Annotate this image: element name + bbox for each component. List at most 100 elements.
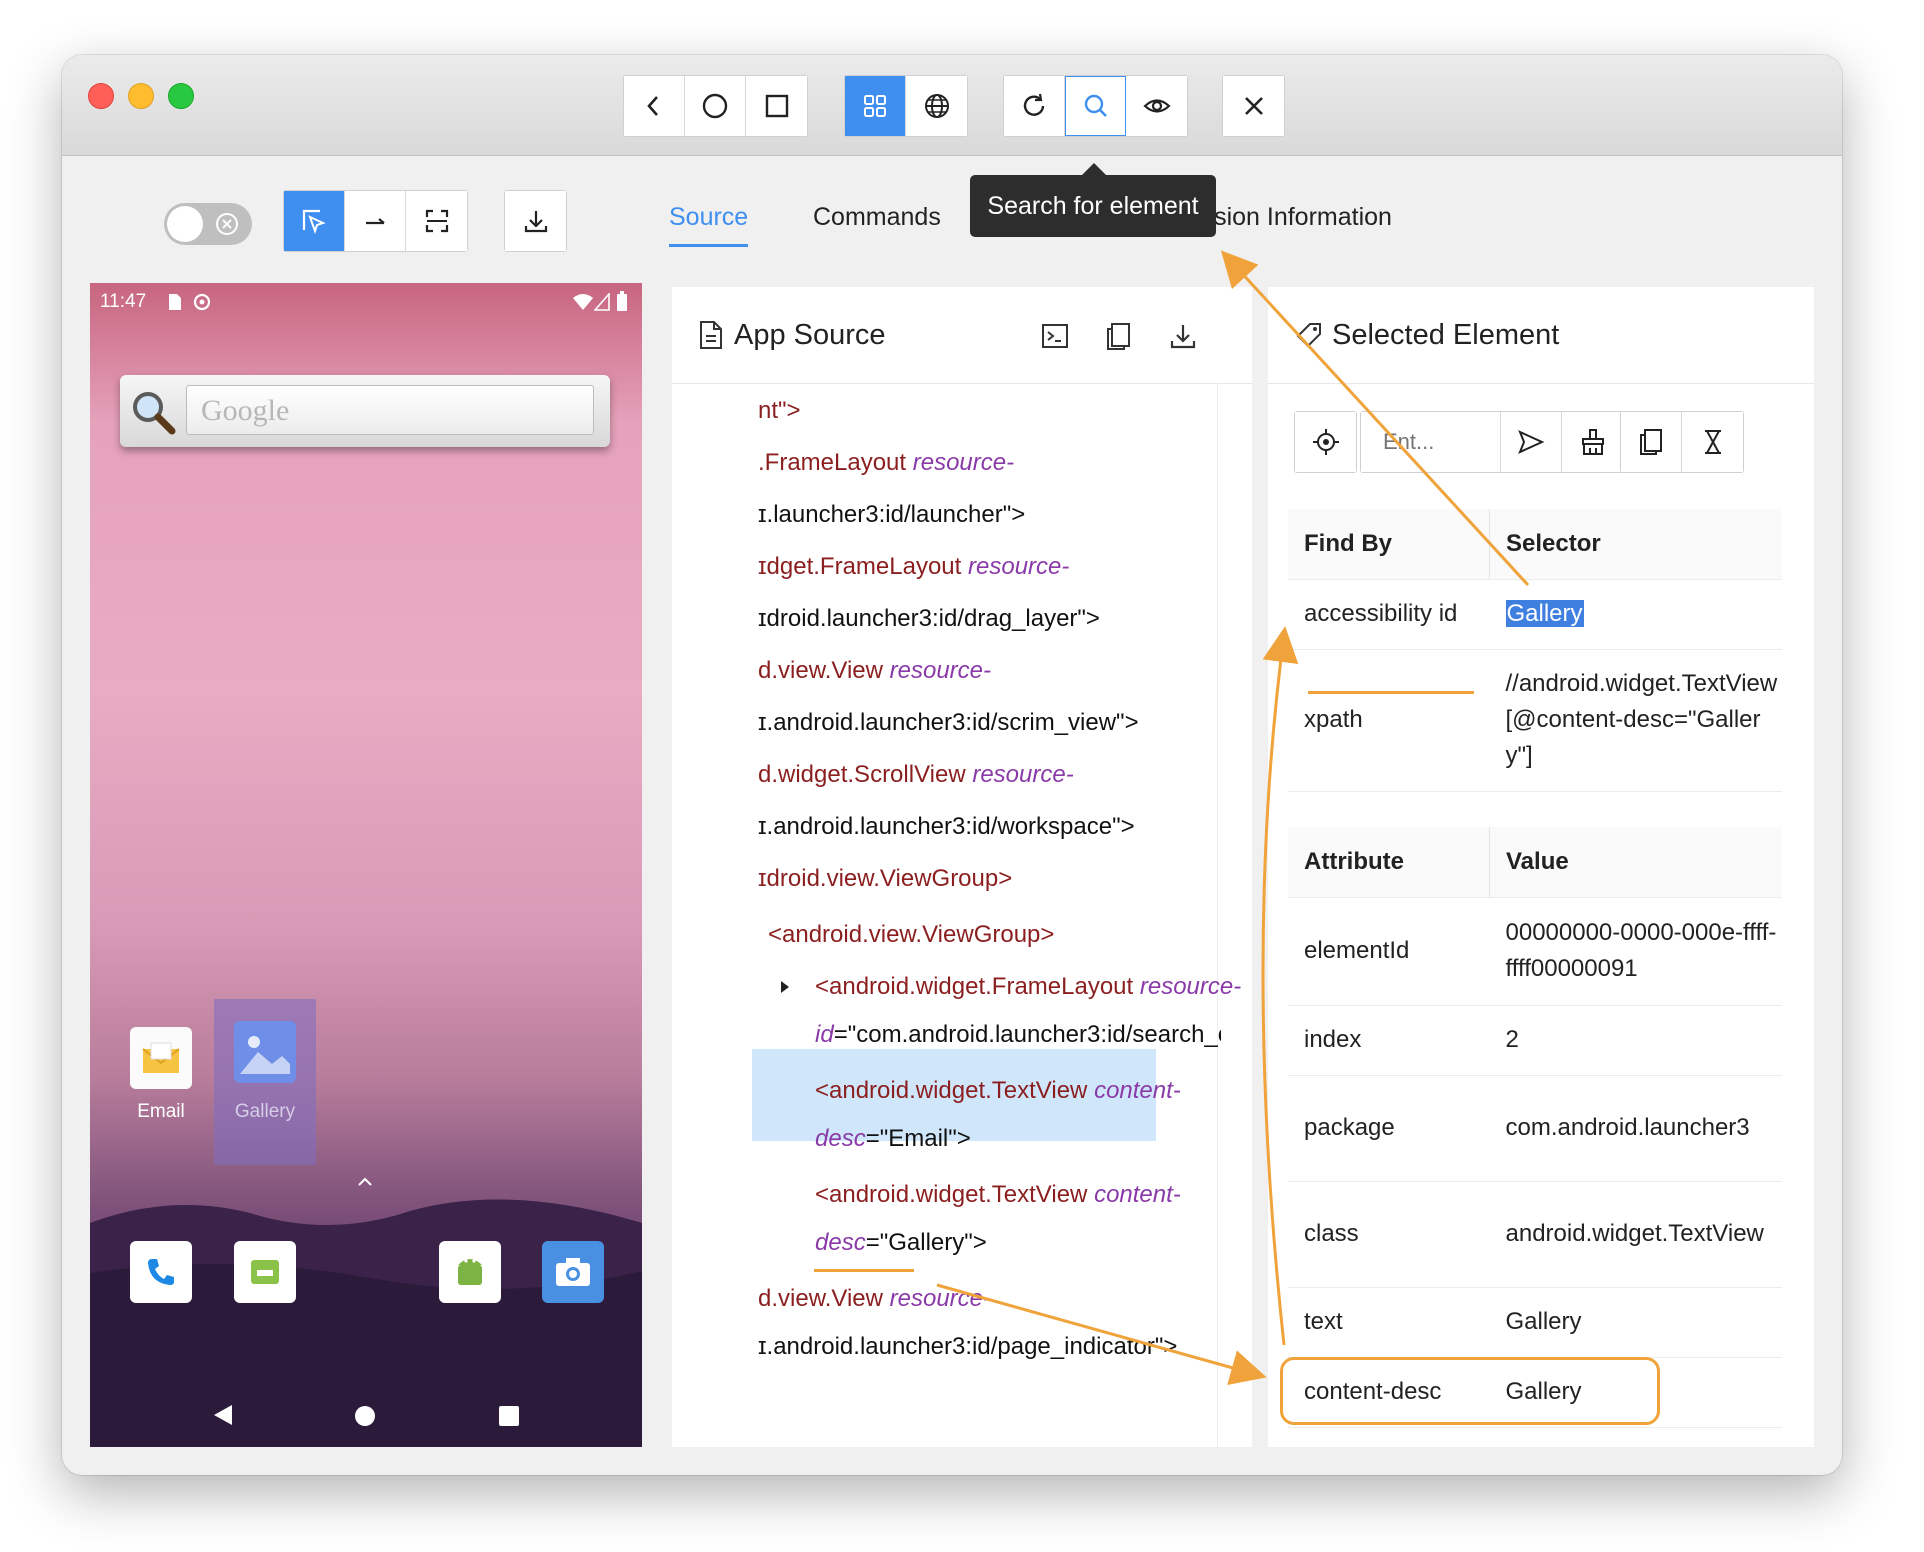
source-line[interactable]: .FrameLayout resource- xyxy=(758,449,1014,477)
swipe-button[interactable] xyxy=(345,191,406,251)
selected-element-title: Selected Element xyxy=(1332,318,1560,351)
element-actions-group xyxy=(1294,411,1357,473)
message-icon xyxy=(251,1260,279,1284)
native-app-mode-button[interactable] xyxy=(845,76,906,136)
send-keys-button[interactable] xyxy=(1501,412,1562,472)
back-button[interactable] xyxy=(624,76,685,136)
minimize-window-button[interactable] xyxy=(128,83,154,109)
search-element-button[interactable] xyxy=(1065,76,1126,136)
source-line-selected[interactable]: desc="Gallery"> xyxy=(815,1229,987,1257)
gallery-app-icon[interactable] xyxy=(234,1021,296,1083)
find-by-key: xpath xyxy=(1288,649,1490,792)
caret-right-icon[interactable] xyxy=(779,979,791,995)
find-by-row: accessibility id Gallery xyxy=(1288,579,1782,650)
send-keys-input[interactable] xyxy=(1361,412,1501,472)
send-keys-group xyxy=(1360,411,1624,473)
crosshair-icon xyxy=(1312,429,1339,455)
nav-back-icon[interactable] xyxy=(212,1403,234,1427)
source-line-selected[interactable]: <android.widget.TextView content- xyxy=(815,1181,1181,1209)
source-line[interactable]: ɪdget.FrameLayout resource- xyxy=(758,553,1069,581)
search-icon xyxy=(1084,94,1107,117)
source-line[interactable]: ɪdroid.view.ViewGroup> xyxy=(758,865,1012,893)
selected-element-panel: Selected Element Ent... Find By Selector… xyxy=(1268,287,1814,1447)
source-line[interactable]: ɪdroid.launcher3:id/drag_layer"> xyxy=(758,605,1100,633)
attribute-row: class android.widget.TextView xyxy=(1288,1181,1782,1288)
source-line[interactable]: <android.view.ViewGroup> xyxy=(768,921,1054,949)
clear-button[interactable] xyxy=(1562,412,1623,472)
phone-app-icon[interactable] xyxy=(130,1241,192,1303)
source-line[interactable]: nt"> xyxy=(758,397,801,425)
sync-icon xyxy=(193,293,211,311)
attribute-value: com.android.launcher3 xyxy=(1489,1075,1782,1182)
tab-source[interactable]: Source xyxy=(669,203,749,247)
email-app-icon[interactable] xyxy=(130,1027,192,1089)
source-line[interactable]: d.widget.ScrollView resource- xyxy=(758,761,1074,789)
source-line[interactable]: <android.widget.TextView content- xyxy=(815,1077,1181,1105)
tab-commands[interactable]: Commands xyxy=(813,203,941,244)
hourglass-icon xyxy=(1704,430,1721,454)
select-elements-button[interactable] xyxy=(284,191,345,251)
send-icon xyxy=(1518,430,1545,454)
source-line[interactable]: ɪ.android.launcher3:id/workspace"> xyxy=(758,813,1135,841)
nav-recents-icon[interactable] xyxy=(499,1406,519,1426)
quit-session-button[interactable] xyxy=(1223,76,1284,136)
source-line[interactable]: ɪ.android.launcher3:id/page_indicator"> xyxy=(758,1333,1177,1361)
source-line[interactable]: d.view.View resource- xyxy=(758,1285,991,1313)
close-icon xyxy=(1244,97,1263,115)
attribute-key: index xyxy=(1288,1005,1490,1076)
title-bar xyxy=(62,55,1842,156)
toggle-visibility-button[interactable] xyxy=(1126,76,1187,136)
sd-card-icon xyxy=(169,294,181,310)
terminal-icon[interactable] xyxy=(1040,321,1070,351)
attribute-value: android.widget.TextView xyxy=(1489,1181,1782,1288)
zoom-window-button[interactable] xyxy=(168,83,194,109)
download-screenshot-group xyxy=(504,190,567,252)
app-window: Search for element Source Commands Sessi… xyxy=(62,55,1842,1475)
home-button[interactable] xyxy=(685,76,746,136)
device-status-bar: 11:47 xyxy=(90,283,642,323)
copy-attributes-button[interactable] xyxy=(1621,412,1682,472)
refresh-icon xyxy=(1023,93,1045,116)
selector-value[interactable]: //android.widget.TextView[@content-desc=… xyxy=(1489,649,1782,792)
app-source-title: App Source xyxy=(734,318,886,351)
attribute-header: Attribute xyxy=(1288,827,1490,898)
attribute-key: class xyxy=(1288,1181,1490,1288)
play-store-app-icon[interactable] xyxy=(439,1241,501,1303)
tap-element-button[interactable] xyxy=(1295,412,1356,472)
camera-app-icon[interactable] xyxy=(542,1241,604,1303)
download-screenshot-button[interactable] xyxy=(505,191,566,251)
swipe-arrow-icon xyxy=(366,218,385,225)
source-line[interactable]: ɪ.android.launcher3:id/scrim_view"> xyxy=(758,709,1139,737)
android-icon xyxy=(458,1259,482,1285)
source-line[interactable]: <android.widget.FrameLayout resource- xyxy=(815,973,1241,1001)
tap-by-coordinates-button[interactable] xyxy=(406,191,467,251)
camera-icon xyxy=(556,1258,590,1286)
refresh-button[interactable] xyxy=(1004,76,1065,136)
source-line[interactable]: ɪ.launcher3:id/launcher"> xyxy=(758,501,1025,529)
device-time: 11:47 xyxy=(100,291,147,312)
chevron-left-icon xyxy=(647,96,658,116)
select-cursor-icon xyxy=(302,209,326,235)
source-line[interactable]: desc="Email"> xyxy=(815,1125,971,1153)
source-line[interactable]: id="com.android.launcher3:id/search_co xyxy=(815,1021,1221,1049)
messaging-app-icon[interactable] xyxy=(234,1241,296,1303)
device-screenshot[interactable]: 11:47 Google Email Gallery xyxy=(90,283,642,1447)
nav-home-icon[interactable] xyxy=(354,1405,376,1427)
source-line[interactable]: d.view.View resource- xyxy=(758,657,991,685)
find-by-table: Find By Selector accessibility id Galler… xyxy=(1288,509,1782,792)
app-source-header: App Source xyxy=(672,287,1252,384)
close-window-button[interactable] xyxy=(88,83,114,109)
google-search-input[interactable]: Google xyxy=(186,385,594,435)
eye-icon xyxy=(1142,99,1171,113)
timing-button[interactable] xyxy=(1682,412,1743,472)
web-mode-button[interactable] xyxy=(906,76,967,136)
action-group xyxy=(1003,75,1188,137)
toggle-switch[interactable] xyxy=(164,203,252,245)
copy-icon[interactable] xyxy=(1104,321,1134,351)
google-search-widget[interactable]: Google xyxy=(120,375,610,447)
download-icon[interactable] xyxy=(1168,321,1198,351)
find-by-row: xpath //android.widget.TextView[@content… xyxy=(1288,649,1782,792)
attribute-key: package xyxy=(1288,1075,1490,1182)
app-switcher-button[interactable] xyxy=(746,76,807,136)
selector-value[interactable]: Gallery xyxy=(1489,579,1782,650)
